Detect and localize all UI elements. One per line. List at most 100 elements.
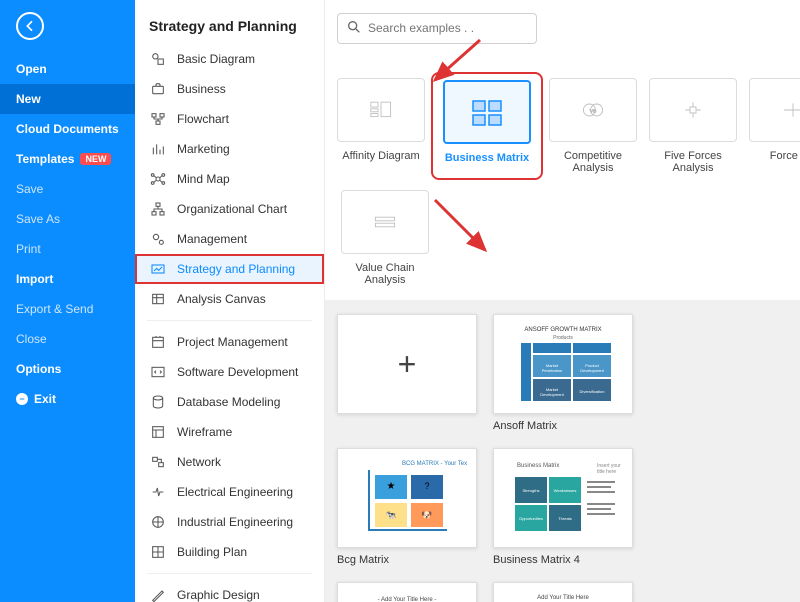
category-item-database-modeling[interactable]: Database Modeling — [135, 387, 324, 417]
category-item-label: Database Modeling — [177, 395, 280, 409]
search-icon — [346, 19, 362, 38]
category-item-organizational-chart[interactable]: Organizational Chart — [135, 194, 324, 224]
type-card-competitive-analysis[interactable]: VS Competitive Analysis — [549, 78, 637, 174]
calendar-icon — [149, 333, 167, 351]
sidebar-item-save-as[interactable]: Save As — [0, 204, 135, 234]
template-blank[interactable]: + — [337, 314, 477, 432]
mind-icon — [149, 170, 167, 188]
category-item-analysis-canvas[interactable]: Analysis Canvas — [135, 284, 324, 314]
type-card-affinity-diagram[interactable]: Affinity Diagram — [337, 78, 425, 174]
sidebar-item-open[interactable]: Open — [0, 54, 135, 84]
template-thumb: BCG MATRIX - Your Text Here★?🐄🐶 — [337, 448, 477, 548]
briefcase-icon — [149, 80, 167, 98]
svg-text:Weaknesses: Weaknesses — [554, 488, 577, 493]
category-item-label: Mind Map — [177, 172, 230, 186]
bars-icon — [149, 140, 167, 158]
svg-text:Products: Products — [553, 335, 573, 341]
category-item-electrical-engineering[interactable]: Electrical Engineering — [135, 477, 324, 507]
template-ansoff-matrix[interactable]: ANSOFF GROWTH MATRIXProductsMarketPenetr… — [493, 314, 633, 432]
template-thumb: - Add Your Title Here -ABCD — [337, 582, 477, 602]
org-icon — [149, 200, 167, 218]
category-item-label: Project Management — [177, 335, 288, 349]
template-bcg-matrix[interactable]: BCG MATRIX - Your Text Here★?🐄🐶Bcg Matri… — [337, 448, 477, 566]
category-item-label: Basic Diagram — [177, 52, 255, 66]
type-card-label: Force Fie — [749, 150, 800, 162]
sidebar-item-print[interactable]: Print — [0, 234, 135, 264]
category-item-building-plan[interactable]: Building Plan — [135, 537, 324, 567]
sidebar-item-cloud-documents[interactable]: Cloud Documents — [0, 114, 135, 144]
sidebar-item-exit[interactable]: −Exit — [0, 384, 135, 414]
category-item-label: Electrical Engineering — [177, 485, 293, 499]
svg-text:Diversification: Diversification — [580, 389, 605, 394]
sidebar-item-close[interactable]: Close — [0, 324, 135, 354]
category-item-industrial-engineering[interactable]: Industrial Engineering — [135, 507, 324, 537]
main-panel: Wondershare EdrawMax Affinity DiagramBus… — [325, 0, 800, 602]
svg-text:Threats: Threats — [558, 516, 572, 521]
category-item-label: Software Development — [177, 365, 298, 379]
wire-icon — [149, 423, 167, 441]
category-item-flowchart[interactable]: Flowchart — [135, 104, 324, 134]
category-item-graphic-design[interactable]: Graphic Design — [135, 580, 324, 602]
sidebar-item-new[interactable]: New — [0, 84, 135, 114]
sidebar-item-options[interactable]: Options — [0, 354, 135, 384]
sidebar-item-label: Save — [16, 182, 43, 196]
category-item-project-management[interactable]: Project Management — [135, 327, 324, 357]
svg-text:title here: title here — [597, 469, 616, 475]
template-thumb: Business MatrixInsert yourtitle hereStre… — [493, 448, 633, 548]
sidebar-item-label: Close — [16, 332, 47, 346]
category-item-wireframe[interactable]: Wireframe — [135, 417, 324, 447]
sidebar-item-save[interactable]: Save — [0, 174, 135, 204]
type-card-business-matrix[interactable]: Business Matrix — [439, 80, 535, 164]
type-card-label: Competitive Analysis — [549, 150, 637, 174]
type-card-five-forces-analysis[interactable]: Five Forces Analysis — [649, 78, 737, 174]
exit-icon: − — [16, 393, 28, 405]
svg-text:ANSOFF GROWTH MATRIX: ANSOFF GROWTH MATRIX — [524, 327, 601, 333]
template-label: Ansoff Matrix — [493, 414, 633, 432]
plan-icon — [149, 543, 167, 561]
svg-text:VS: VS — [590, 108, 596, 114]
category-item-network[interactable]: Network — [135, 447, 324, 477]
back-button[interactable] — [16, 12, 44, 40]
type-thumb-icon — [443, 80, 531, 144]
sidebar-item-label: Options — [16, 362, 61, 376]
type-card-force-fie[interactable]: Force Fie — [749, 78, 800, 174]
template-business-matrix-4[interactable]: Business MatrixInsert yourtitle hereStre… — [493, 448, 633, 566]
new-badge: NEW — [80, 153, 111, 165]
svg-text:BCG MATRIX - Your Text Here: BCG MATRIX - Your Text Here — [402, 461, 467, 467]
category-item-software-development[interactable]: Software Development — [135, 357, 324, 387]
plus-icon: + — [398, 346, 417, 383]
category-item-label: Marketing — [177, 142, 230, 156]
db-icon — [149, 393, 167, 411]
category-item-label: Organizational Chart — [177, 202, 287, 216]
category-item-strategy-and-planning[interactable]: Strategy and Planning — [135, 254, 324, 284]
type-card-label: Five Forces Analysis — [649, 150, 737, 174]
sidebar-item-label: Import — [16, 272, 53, 286]
type-thumb-icon: VS — [549, 78, 637, 142]
type-card-label: Value Chain Analysis — [337, 262, 433, 286]
category-item-label: Industrial Engineering — [177, 515, 293, 529]
category-panel: Strategy and Planning Basic Diagram Busin… — [135, 0, 325, 602]
sidebar-item-label: Save As — [16, 212, 60, 226]
category-item-marketing[interactable]: Marketing — [135, 134, 324, 164]
type-card-value-chain-analysis[interactable]: Value Chain Analysis — [337, 190, 433, 286]
sidebar-item-templates[interactable]: TemplatesNEW — [0, 144, 135, 174]
sidebar-item-label: Cloud Documents — [16, 122, 119, 136]
template-label: Bcg Matrix — [337, 548, 477, 566]
category-item-label: Building Plan — [177, 545, 247, 559]
gears-icon — [149, 230, 167, 248]
category-item-basic-diagram[interactable]: Basic Diagram — [135, 44, 324, 74]
svg-text:Add Your Title Here: Add Your Title Here — [537, 595, 589, 601]
template-business-matrix-6[interactable]: Add Your Title HereBusiness Matrix 6 — [493, 582, 633, 602]
category-item-label: Strategy and Planning — [177, 262, 295, 276]
search-box[interactable] — [337, 13, 537, 44]
category-item-mind-map[interactable]: Mind Map — [135, 164, 324, 194]
category-item-business[interactable]: Business — [135, 74, 324, 104]
sidebar-item-import[interactable]: Import — [0, 264, 135, 294]
net-icon — [149, 453, 167, 471]
category-item-management[interactable]: Management — [135, 224, 324, 254]
search-input[interactable] — [368, 21, 528, 35]
sidebar-item-label: Exit — [34, 392, 56, 406]
sidebar-item-export-send[interactable]: Export & Send — [0, 294, 135, 324]
template-business-matrix-5[interactable]: - Add Your Title Here -ABCDBusiness Matr… — [337, 582, 477, 602]
category-item-label: Analysis Canvas — [177, 292, 266, 306]
